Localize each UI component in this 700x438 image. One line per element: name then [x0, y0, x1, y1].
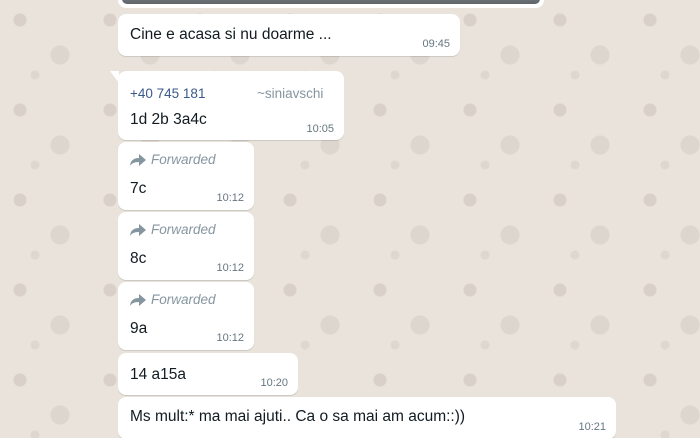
forwarded-label: Forwarded — [151, 292, 216, 307]
forward-arrow-icon — [130, 293, 146, 306]
forward-arrow-icon — [130, 153, 146, 166]
forward-arrow-icon — [130, 223, 146, 236]
message-bubble[interactable]: Forwarded 8c 10:12 — [118, 212, 254, 280]
message-text: Cine e acasa si nu doarme ... — [130, 26, 332, 43]
sender-phone[interactable]: +40 745 181 — [130, 86, 205, 101]
forwarded-indicator: Forwarded — [130, 222, 216, 237]
chat-wallpaper — [0, 0, 700, 438]
message-bubble[interactable]: +40 745 181 ~siniavschi 1d 2b 3a4c 10:05 — [110, 71, 344, 140]
message-time: 10:12 — [216, 192, 244, 204]
message-time: 10:12 — [216, 332, 244, 344]
media-message-bottom[interactable] — [118, 0, 544, 8]
sender-name: ~siniavschi — [257, 86, 324, 101]
media-preview[interactable] — [122, 0, 540, 4]
message-time: 10:12 — [216, 262, 244, 274]
message-text: 9a — [130, 320, 148, 337]
message-bubble[interactable]: Forwarded 7c 10:12 — [118, 142, 254, 210]
message-time: 10:05 — [306, 123, 334, 135]
message-bubble[interactable]: 14 a15a 10:20 — [118, 353, 298, 395]
forwarded-label: Forwarded — [151, 222, 216, 237]
forwarded-indicator: Forwarded — [130, 292, 216, 307]
message-bubble[interactable]: Ms mult:* ma mai ajuti.. Ca o sa mai am … — [118, 397, 616, 438]
message-bubble[interactable]: Cine e acasa si nu doarme ... 09:45 — [118, 14, 460, 56]
message-time: 10:20 — [260, 377, 288, 389]
message-text: 1d 2b 3a4c — [130, 111, 207, 128]
forwarded-indicator: Forwarded — [130, 152, 216, 167]
message-time: 09:45 — [422, 38, 450, 50]
message-text: 8c — [130, 250, 147, 267]
forwarded-label: Forwarded — [151, 152, 216, 167]
message-text: 7c — [130, 180, 147, 197]
message-text: Ms mult:* ma mai ajuti.. Ca o sa mai am … — [130, 408, 466, 425]
message-bubble[interactable]: Forwarded 9a 10:12 — [118, 282, 254, 350]
message-time: 10:21 — [578, 421, 606, 433]
message-text: 14 a15a — [130, 366, 187, 383]
